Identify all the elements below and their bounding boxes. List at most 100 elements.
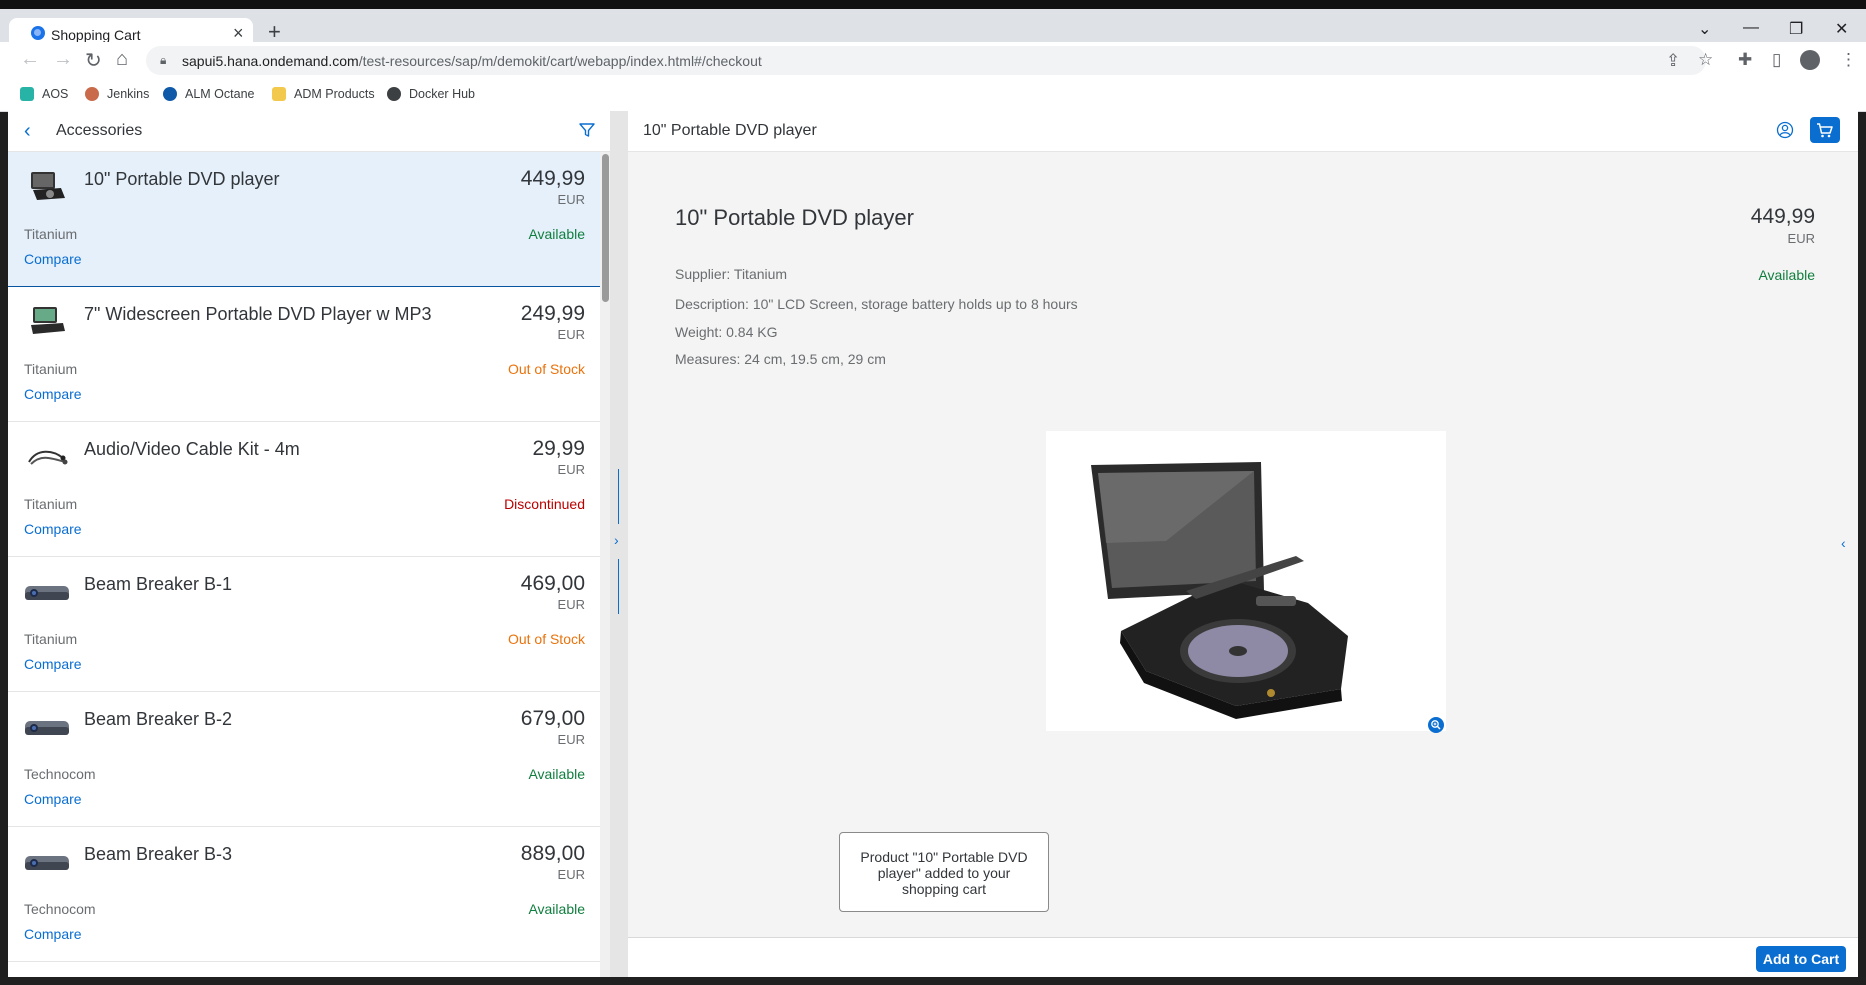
octane-icon [163,87,177,101]
menu-kebab-icon[interactable]: ⋮ [1840,50,1857,70]
item-status: Out of Stock [507,631,585,647]
item-price: 449,99 [520,167,585,190]
item-name: Beam Breaker B-1 [84,574,233,594]
tab-close-icon[interactable]: × [233,23,244,44]
item-name: Beam Breaker B-2 [84,709,233,729]
extensions-icon[interactable]: ✚ [1738,50,1752,70]
bookmark-star-icon[interactable]: ☆ [1698,50,1713,70]
list-scrollbar[interactable] [600,152,610,977]
product-thumbnail [25,856,69,870]
pane-splitter[interactable]: › [610,111,628,977]
bookmarks-bar: AOS Jenkins ALM Octane ADM Products Dock… [0,79,1866,112]
minimize-icon[interactable]: — [1743,19,1759,37]
item-name: 10" Portable DVD player [84,169,280,189]
product-title: 10" Portable DVD player [675,205,914,230]
folder-icon [272,87,286,101]
expand-chevron-icon[interactable]: › [614,532,619,548]
product-thumbnail [28,450,68,465]
side-panel-icon[interactable]: ▯ [1772,50,1781,70]
url-path: /test-resources/sap/m/demokit/cart/webap… [358,53,762,69]
bookmark-docker-hub[interactable]: Docker Hub [387,87,475,101]
item-name: Audio/Video Cable Kit - 4m [84,439,300,459]
product-image[interactable] [1046,431,1446,731]
back-icon[interactable]: ← [20,48,40,71]
splitter-line [618,469,619,524]
product-price: 449,99 [1750,205,1815,228]
product-thumbnail [31,307,65,334]
close-window-icon[interactable]: ✕ [1835,19,1848,39]
reload-icon[interactable]: ↻ [85,48,102,73]
add-to-cart-button[interactable]: Add to Cart [1756,946,1846,972]
item-supplier: Titanium [24,496,78,512]
item-currency: EUR [557,192,585,207]
splitter-line [618,559,619,614]
master-header: ‹ Accessories [8,111,610,152]
item-currency: EUR [557,732,585,747]
product-thumbnail [25,586,69,600]
bookmark-jenkins[interactable]: Jenkins [85,87,149,101]
compare-link[interactable]: Compare [24,926,82,942]
item-supplier: Titanium [24,226,78,242]
back-chevron-icon[interactable]: ‹ [24,120,31,143]
tab-favicon-icon [31,26,45,40]
share-icon[interactable]: ⇪ [1666,51,1680,71]
list-item[interactable]: Audio/Video Cable Kit - 4m 29,99 EUR Tit… [8,422,600,557]
tab-title: Shopping Cart [51,27,141,43]
list-item[interactable]: Beam Breaker B-1 469,00 EUR Titanium Out… [8,557,600,692]
url-text[interactable]: sapui5.hana.ondemand.com/test-resources/… [182,53,762,69]
restore-icon[interactable]: ❐ [1789,19,1803,39]
tab-search-icon[interactable]: ⌄ [1698,19,1711,39]
item-status: Available [528,901,585,917]
list-item[interactable]: 10" Portable DVD player 449,99 EUR Titan… [8,152,600,287]
bookmark-adm-products[interactable]: ADM Products [272,87,375,101]
window-top-edge [0,0,1866,9]
detail-header: 10" Portable DVD player [628,111,1858,152]
description-attribute: Description: 10" LCD Screen, storage bat… [675,296,1078,312]
docker-icon [387,87,401,101]
product-currency: EUR [1787,231,1815,246]
zoom-in-icon[interactable] [1428,717,1444,733]
product-list: 10" Portable DVD player 449,99 EUR Titan… [8,152,600,962]
browser-toolbar: ← → ↻ ⌂ 🔒︎ sapui5.hana.ondemand.com/test… [0,42,1866,79]
new-tab-icon[interactable]: + [268,21,281,43]
list-item[interactable]: 7" Widescreen Portable DVD Player w MP3 … [8,287,600,422]
compare-link[interactable]: Compare [24,521,82,537]
cart-icon[interactable] [1810,117,1840,143]
forward-icon[interactable]: → [53,48,73,71]
bookmark-alm-octane[interactable]: ALM Octane [163,87,254,101]
item-price: 679,00 [520,707,585,730]
scrollbar-thumb[interactable] [602,154,609,302]
item-status: Available [528,226,585,242]
app-container: ‹ Accessories 10" Portable DVD player 44… [8,111,1858,978]
detail-pane: 10" Portable DVD player 10" Portable DVD… [628,111,1858,978]
profile-avatar-icon[interactable] [1800,50,1820,70]
supplier-attribute: Supplier: Titanium [675,266,788,282]
compare-link[interactable]: Compare [24,656,82,672]
item-price: 29,99 [532,437,585,460]
collapse-chevron-icon[interactable]: ‹ [1841,535,1846,551]
item-currency: EUR [557,327,585,342]
tab-strip: Shopping Cart × + ⌄ — ❐ ✕ [0,9,1866,51]
dvd-player-illustration [1091,462,1348,719]
weight-attribute: Weight: 0.84 KG [675,324,778,340]
filter-icon[interactable] [578,121,596,139]
home-icon[interactable]: ⌂ [116,48,128,71]
user-icon[interactable] [1776,121,1794,139]
list-item[interactable]: Beam Breaker B-2 679,00 EUR Technocom Av… [8,692,600,827]
master-title: Accessories [56,122,143,139]
url-host: sapui5.hana.ondemand.com [182,53,359,69]
bookmark-aos[interactable]: AOS [20,87,68,101]
taskbar-edge [0,977,1866,985]
item-currency: EUR [557,867,585,882]
lock-icon[interactable]: 🔒︎ [160,53,166,68]
address-bar[interactable]: 🔒︎ sapui5.hana.ondemand.com/test-resourc… [146,46,1713,75]
compare-link[interactable]: Compare [24,791,82,807]
message-toast: Product "10" Portable DVD player" added … [839,832,1049,912]
detail-footer: Add to Cart [628,937,1858,978]
master-pane: ‹ Accessories 10" Portable DVD player 44… [8,111,610,977]
compare-link[interactable]: Compare [24,386,82,402]
compare-link[interactable]: Compare [24,251,82,267]
list-item[interactable]: Beam Breaker B-3 889,00 EUR Technocom Av… [8,827,600,962]
item-status: Available [528,766,585,782]
product-thumbnail [25,721,69,735]
